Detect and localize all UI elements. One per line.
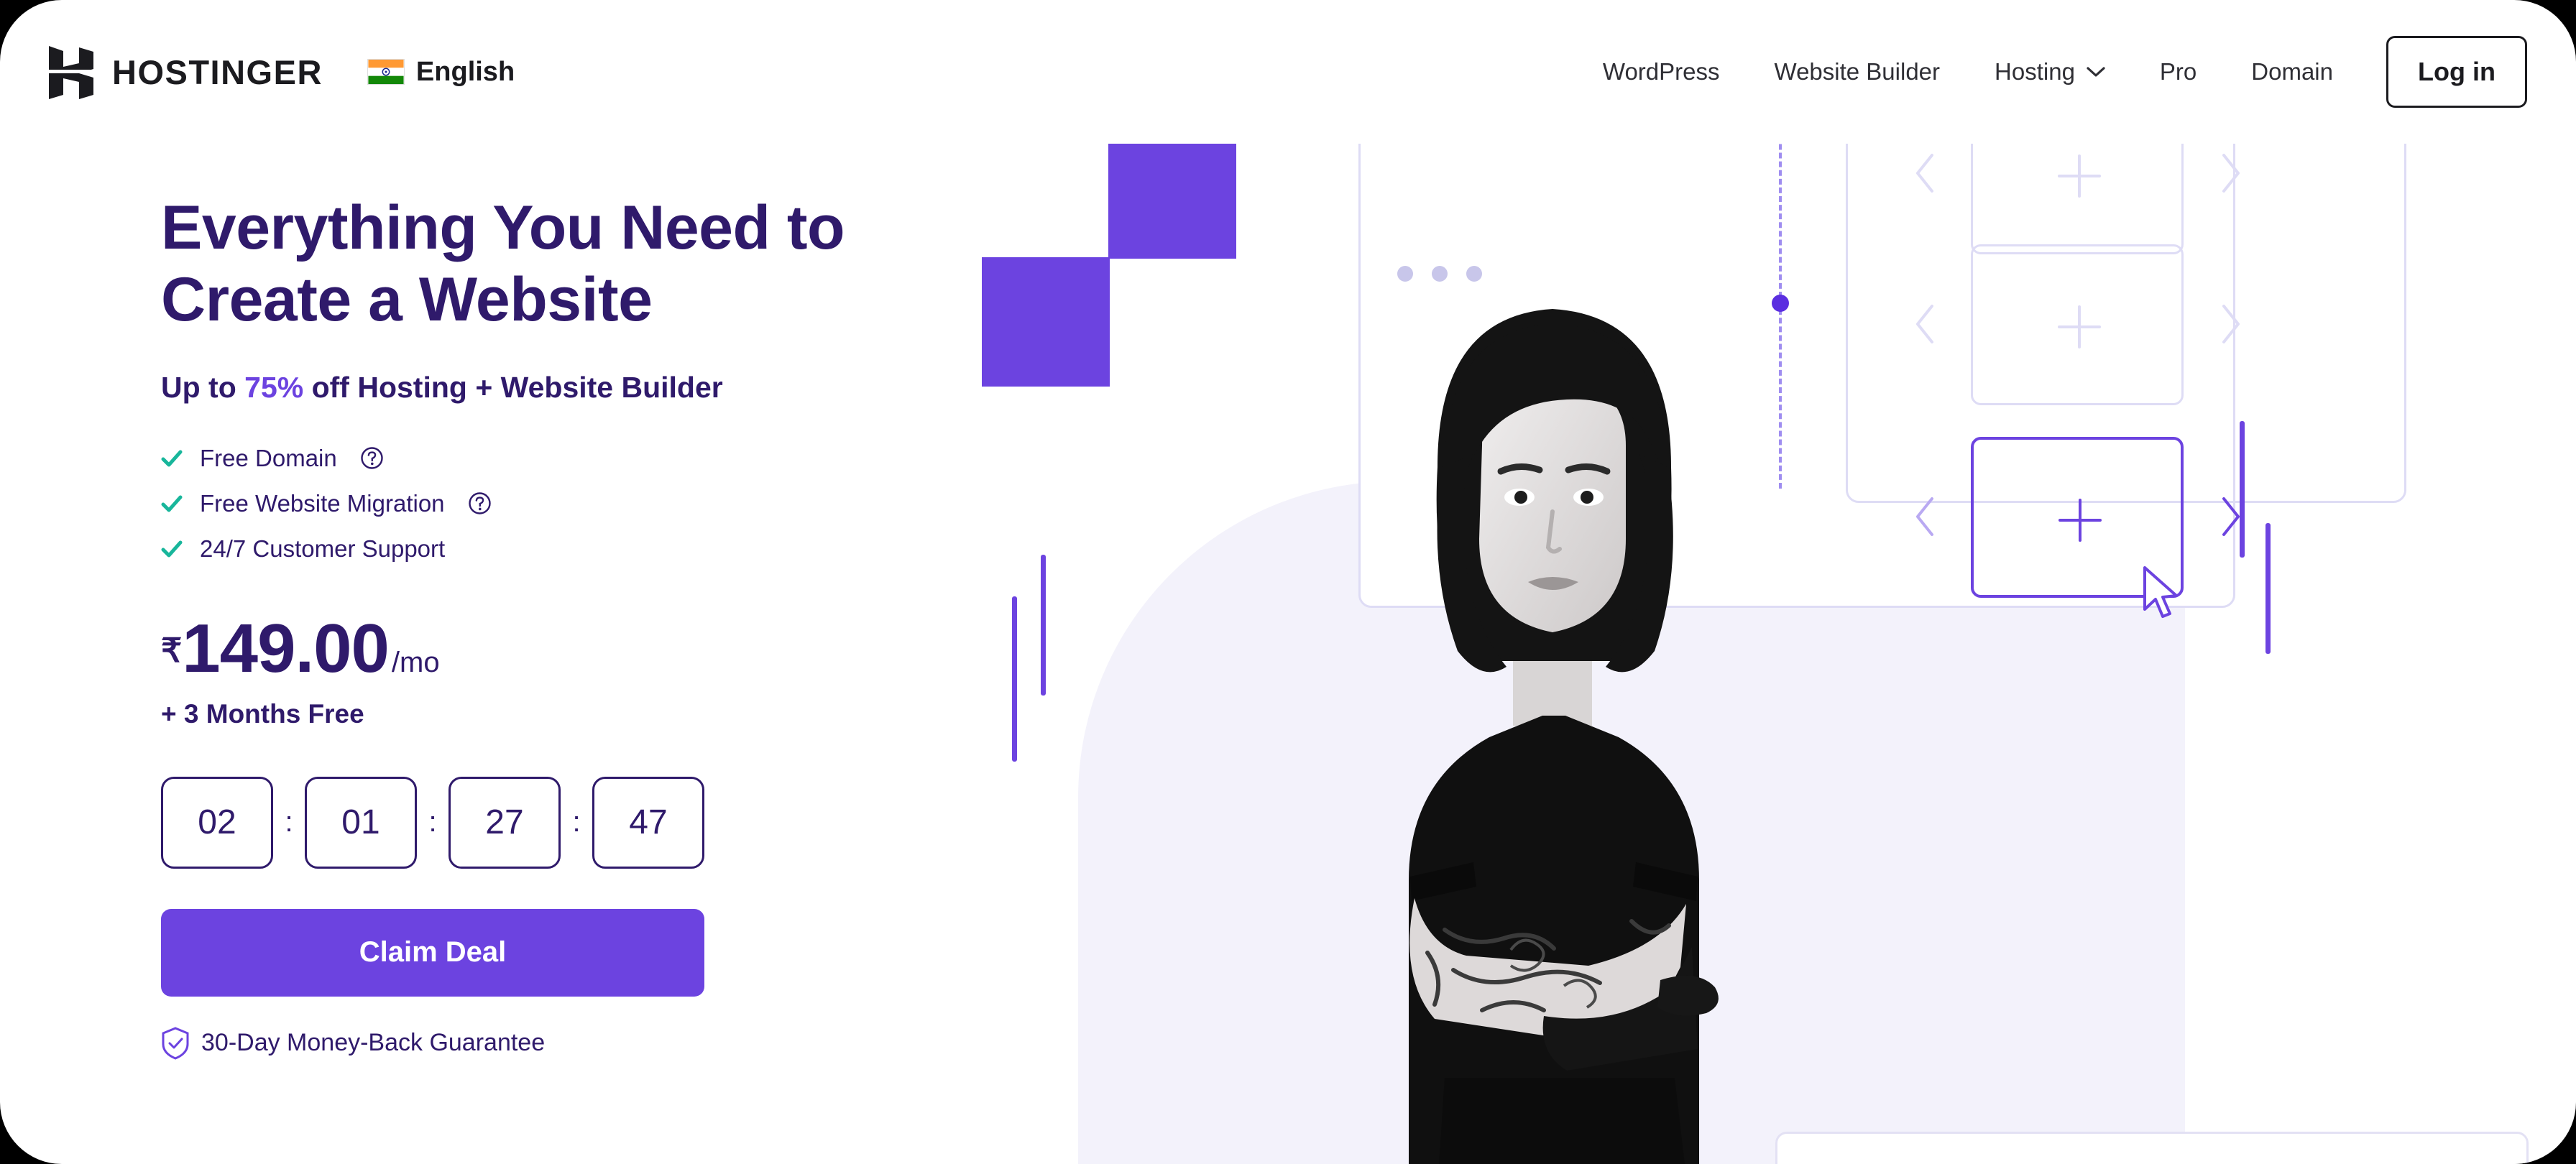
- nav-item-label: WordPress: [1602, 58, 1720, 85]
- nav-item-label: Hosting: [1995, 58, 2075, 85]
- discount-percent: 75%: [244, 370, 304, 404]
- countdown-separator: :: [428, 806, 437, 838]
- nav-item-label: Website Builder: [1774, 58, 1941, 85]
- add-block-placeholder-1[interactable]: [1971, 144, 2184, 254]
- list-item: Free Website Migration: [161, 490, 973, 517]
- chevron-right-icon[interactable]: [2215, 302, 2245, 346]
- check-icon: [161, 495, 183, 512]
- accent-line-left-a: [1012, 596, 1017, 762]
- hero-subheadline: Up to 75% off Hosting + Website Builder: [161, 371, 973, 405]
- headline-line-2: Create a Website: [161, 264, 653, 334]
- chevron-left-icon[interactable]: [1910, 151, 1941, 195]
- chevron-left-icon[interactable]: [1910, 302, 1941, 346]
- nav-item-pro[interactable]: Pro: [2133, 58, 2224, 86]
- nav-item-label: Pro: [2159, 58, 2197, 85]
- mouse-pointer-icon: [2143, 566, 2178, 618]
- domain-url-field[interactable]: www. .com: [1775, 1132, 2529, 1164]
- purple-square-upper: [1108, 144, 1236, 259]
- brand-name: HOSTINGER: [112, 52, 323, 91]
- chevron-right-icon[interactable]: [2215, 151, 2245, 195]
- login-button[interactable]: Log in: [2386, 36, 2527, 108]
- feature-label: 24/7 Customer Support: [200, 535, 446, 562]
- nav-item-website-builder[interactable]: Website Builder: [1747, 58, 1968, 86]
- countdown-separator: :: [572, 806, 581, 838]
- accent-line-right-a: [2240, 421, 2245, 558]
- accent-line-left-b: [1041, 555, 1046, 696]
- countdown-seconds: 47: [592, 776, 704, 869]
- countdown-timer: 02 : 01 : 27 : 47: [161, 776, 973, 869]
- price-amount: 149.00: [182, 609, 390, 687]
- money-back-guarantee: 30-Day Money-Back Guarantee: [161, 1026, 973, 1060]
- url-prefix: www.: [1819, 1160, 1900, 1164]
- plus-icon: [2058, 154, 2101, 198]
- list-item: Free Domain: [161, 445, 973, 472]
- site-header: HOSTINGER English WordPress Website Buil…: [0, 0, 2576, 144]
- feature-list: Free Domain Free Website Migration 24/7 …: [161, 445, 973, 563]
- countdown-separator: :: [285, 806, 293, 838]
- countdown-hours: 01: [305, 776, 417, 869]
- currency-symbol: ₹: [161, 631, 183, 669]
- price-block: ₹ 149.00 /mo + 3 Months Free: [161, 614, 973, 729]
- portrait-photo: [1409, 309, 1719, 1164]
- brand-logo[interactable]: HOSTINGER: [49, 45, 323, 99]
- question-circle-icon[interactable]: [468, 491, 492, 515]
- nav-item-hosting[interactable]: Hosting: [1967, 58, 2133, 86]
- claim-deal-button[interactable]: Claim Deal: [161, 908, 704, 997]
- countdown-minutes: 27: [448, 776, 561, 869]
- add-block-placeholder-2[interactable]: [1971, 244, 2184, 405]
- url-suffix: .com: [2234, 1160, 2308, 1164]
- subhead-suffix: off Hosting + Website Builder: [303, 370, 723, 404]
- plus-icon: [2058, 499, 2102, 542]
- list-item: 24/7 Customer Support: [161, 535, 973, 563]
- guarantee-label: 30-Day Money-Back Guarantee: [201, 1029, 546, 1056]
- india-flag-icon: [367, 59, 405, 85]
- nav-item-domain[interactable]: Domain: [2224, 58, 2360, 86]
- price-period: /mo: [391, 646, 440, 678]
- check-icon: [161, 450, 183, 466]
- page-frame: HOSTINGER English WordPress Website Buil…: [0, 0, 2576, 1164]
- feature-label: Free Website Migration: [200, 489, 445, 517]
- language-switcher[interactable]: English: [367, 57, 515, 88]
- shield-check-icon: [162, 1026, 189, 1060]
- page-title: Everything You Need to Create a Website: [161, 193, 973, 336]
- hero-illustration: www. .com: [956, 144, 2576, 1164]
- hostinger-h-logo-icon: [49, 46, 93, 99]
- chevron-left-icon[interactable]: [1910, 494, 1941, 539]
- question-circle-icon[interactable]: [360, 446, 384, 470]
- accent-line-right-b: [2266, 523, 2271, 654]
- feature-label: Free Domain: [200, 444, 337, 471]
- language-label: English: [415, 56, 515, 87]
- check-icon: [161, 540, 183, 557]
- purple-square-lower: [982, 257, 1110, 387]
- subhead-prefix: Up to: [161, 370, 245, 404]
- nav-item-label: Domain: [2251, 58, 2333, 85]
- bonus-months-label: + 3 Months Free: [161, 698, 364, 729]
- hero-content: Everything You Need to Create a Website …: [161, 193, 973, 1060]
- main-navigation: WordPress Website Builder Hosting Pro Do…: [1576, 36, 2527, 108]
- countdown-days: 02: [161, 776, 273, 869]
- headline-line-1: Everything You Need to: [161, 193, 845, 262]
- plus-icon: [2058, 305, 2101, 348]
- chevron-down-icon: [2087, 66, 2105, 77]
- nav-item-wordpress[interactable]: WordPress: [1576, 58, 1747, 86]
- price-line: ₹ 149.00 /mo: [161, 614, 973, 683]
